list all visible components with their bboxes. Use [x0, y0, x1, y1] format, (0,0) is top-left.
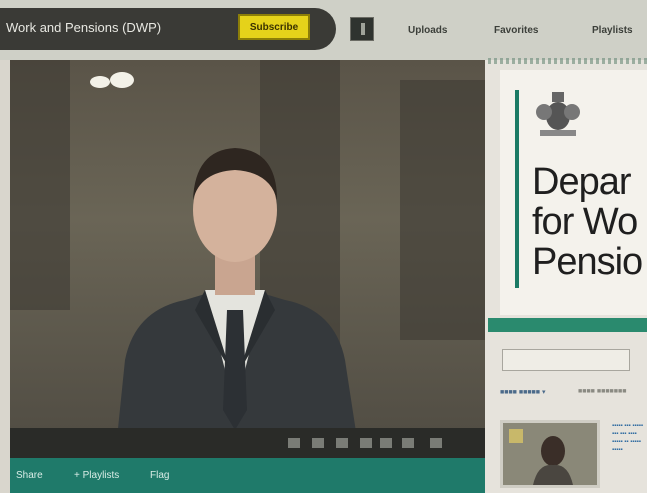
share-button[interactable]: Share	[16, 470, 43, 481]
player-controls	[10, 428, 485, 458]
video-actions-bar: Share + Playlists Flag	[10, 458, 485, 493]
logo-rule	[515, 90, 519, 288]
tab-favorites[interactable]: Favorites	[494, 25, 538, 36]
subscribe-button[interactable]: Subscribe	[238, 14, 310, 40]
department-name: Depar for Wo Pensio	[532, 162, 643, 282]
widescreen-icon[interactable]	[402, 438, 414, 448]
royal-crest-icon	[536, 92, 580, 136]
channel-search-input[interactable]	[502, 349, 630, 371]
video-player[interactable]	[10, 60, 485, 458]
channel-title: Work and Pensions (DWP)	[6, 20, 162, 35]
ceiling-light	[90, 76, 110, 88]
tab-playlists[interactable]: Playlists	[592, 25, 633, 36]
green-band	[488, 318, 647, 332]
playlists-button[interactable]: + Playlists	[74, 470, 119, 481]
thumbnail-description[interactable]: ▪▪▪▪▪ ▪▪▪ ▪▪▪▪▪ ▪▪▪ ▪▪▪ ▪▪▪▪ ▪▪▪▪▪ ▪▪ ▪▪…	[612, 422, 647, 482]
grid-view-icon[interactable]	[350, 17, 374, 41]
background-window	[10, 60, 70, 310]
thumbnail-image	[503, 423, 597, 485]
ceiling-light	[110, 72, 134, 88]
video-thumbnail[interactable]	[500, 420, 600, 488]
flag-button[interactable]: Flag	[150, 470, 169, 481]
fullscreen-icon[interactable]	[430, 438, 442, 448]
background-window	[400, 80, 485, 340]
dotted-divider	[488, 58, 647, 64]
quality-icon[interactable]	[336, 438, 348, 448]
sort-link[interactable]: ■■■■ ■■■■■ ▾	[500, 388, 545, 396]
speaker-figure	[115, 148, 360, 458]
rewind-icon[interactable]	[288, 438, 300, 448]
view-option-text: ■■■■ ■■■■■■■	[578, 388, 627, 395]
captions-icon[interactable]	[360, 438, 372, 448]
tab-uploads[interactable]: Uploads	[408, 25, 447, 36]
popout-icon[interactable]	[380, 438, 392, 448]
volume-icon[interactable]	[312, 438, 324, 448]
